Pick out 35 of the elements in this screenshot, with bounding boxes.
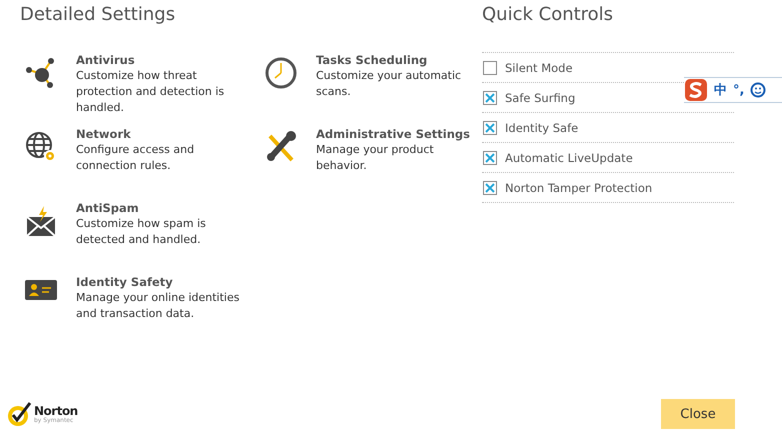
settings-link[interactable]: Tasks Scheduling bbox=[316, 52, 480, 68]
ime-punctuation[interactable]: °, bbox=[733, 82, 744, 98]
section-title: Quick Controls bbox=[482, 4, 614, 26]
settings-description: Manage your product behavior. bbox=[316, 142, 435, 174]
checkbox-label[interactable]: Identity Safe bbox=[505, 120, 578, 134]
close-button[interactable]: Close bbox=[661, 399, 735, 429]
checkbox[interactable] bbox=[483, 90, 497, 104]
settings-description: Customize how spam is detected and handled. bbox=[76, 216, 207, 248]
checkbox-label[interactable]: Safe Surfing bbox=[505, 90, 576, 104]
checkbox-label[interactable]: Automatic LiveUpdate bbox=[505, 150, 633, 164]
settings-link[interactable]: Network bbox=[76, 126, 240, 142]
envelope-lightning-icon bbox=[24, 204, 58, 238]
settings-description: Customize how threat protection and detection is handled. bbox=[76, 68, 226, 116]
clock-icon bbox=[264, 56, 298, 90]
checkbox[interactable] bbox=[483, 150, 497, 164]
logo-name: Norton bbox=[34, 404, 78, 416]
checkbox[interactable] bbox=[483, 60, 497, 74]
checkbox-label[interactable]: Silent Mode bbox=[505, 60, 573, 74]
settings-link[interactable]: Identity Safety bbox=[76, 274, 240, 290]
ime-logo-icon[interactable] bbox=[684, 78, 708, 102]
id-card-icon bbox=[25, 278, 57, 302]
settings-description: Manage your online identities and transaction data. bbox=[76, 290, 240, 322]
settings-description: Configure access and connection rules. bbox=[76, 142, 196, 174]
checkbox[interactable] bbox=[483, 120, 497, 134]
settings-link[interactable]: Antivirus bbox=[76, 52, 240, 68]
settings-link[interactable]: Administrative Settings bbox=[316, 126, 480, 142]
smiley-icon[interactable] bbox=[750, 82, 766, 98]
ime-language[interactable]: 中 bbox=[714, 81, 727, 99]
checkmark-logo-icon bbox=[6, 401, 32, 427]
settings-link[interactable]: AntiSpam bbox=[76, 200, 240, 216]
section-title: Detailed Settings bbox=[20, 4, 176, 26]
wrench-screwdriver-icon bbox=[264, 130, 298, 164]
checkbox-label[interactable]: Norton Tamper Protection bbox=[505, 180, 652, 194]
settings-description: Customize your automatic scans. bbox=[316, 68, 462, 100]
checkbox[interactable] bbox=[483, 180, 497, 194]
